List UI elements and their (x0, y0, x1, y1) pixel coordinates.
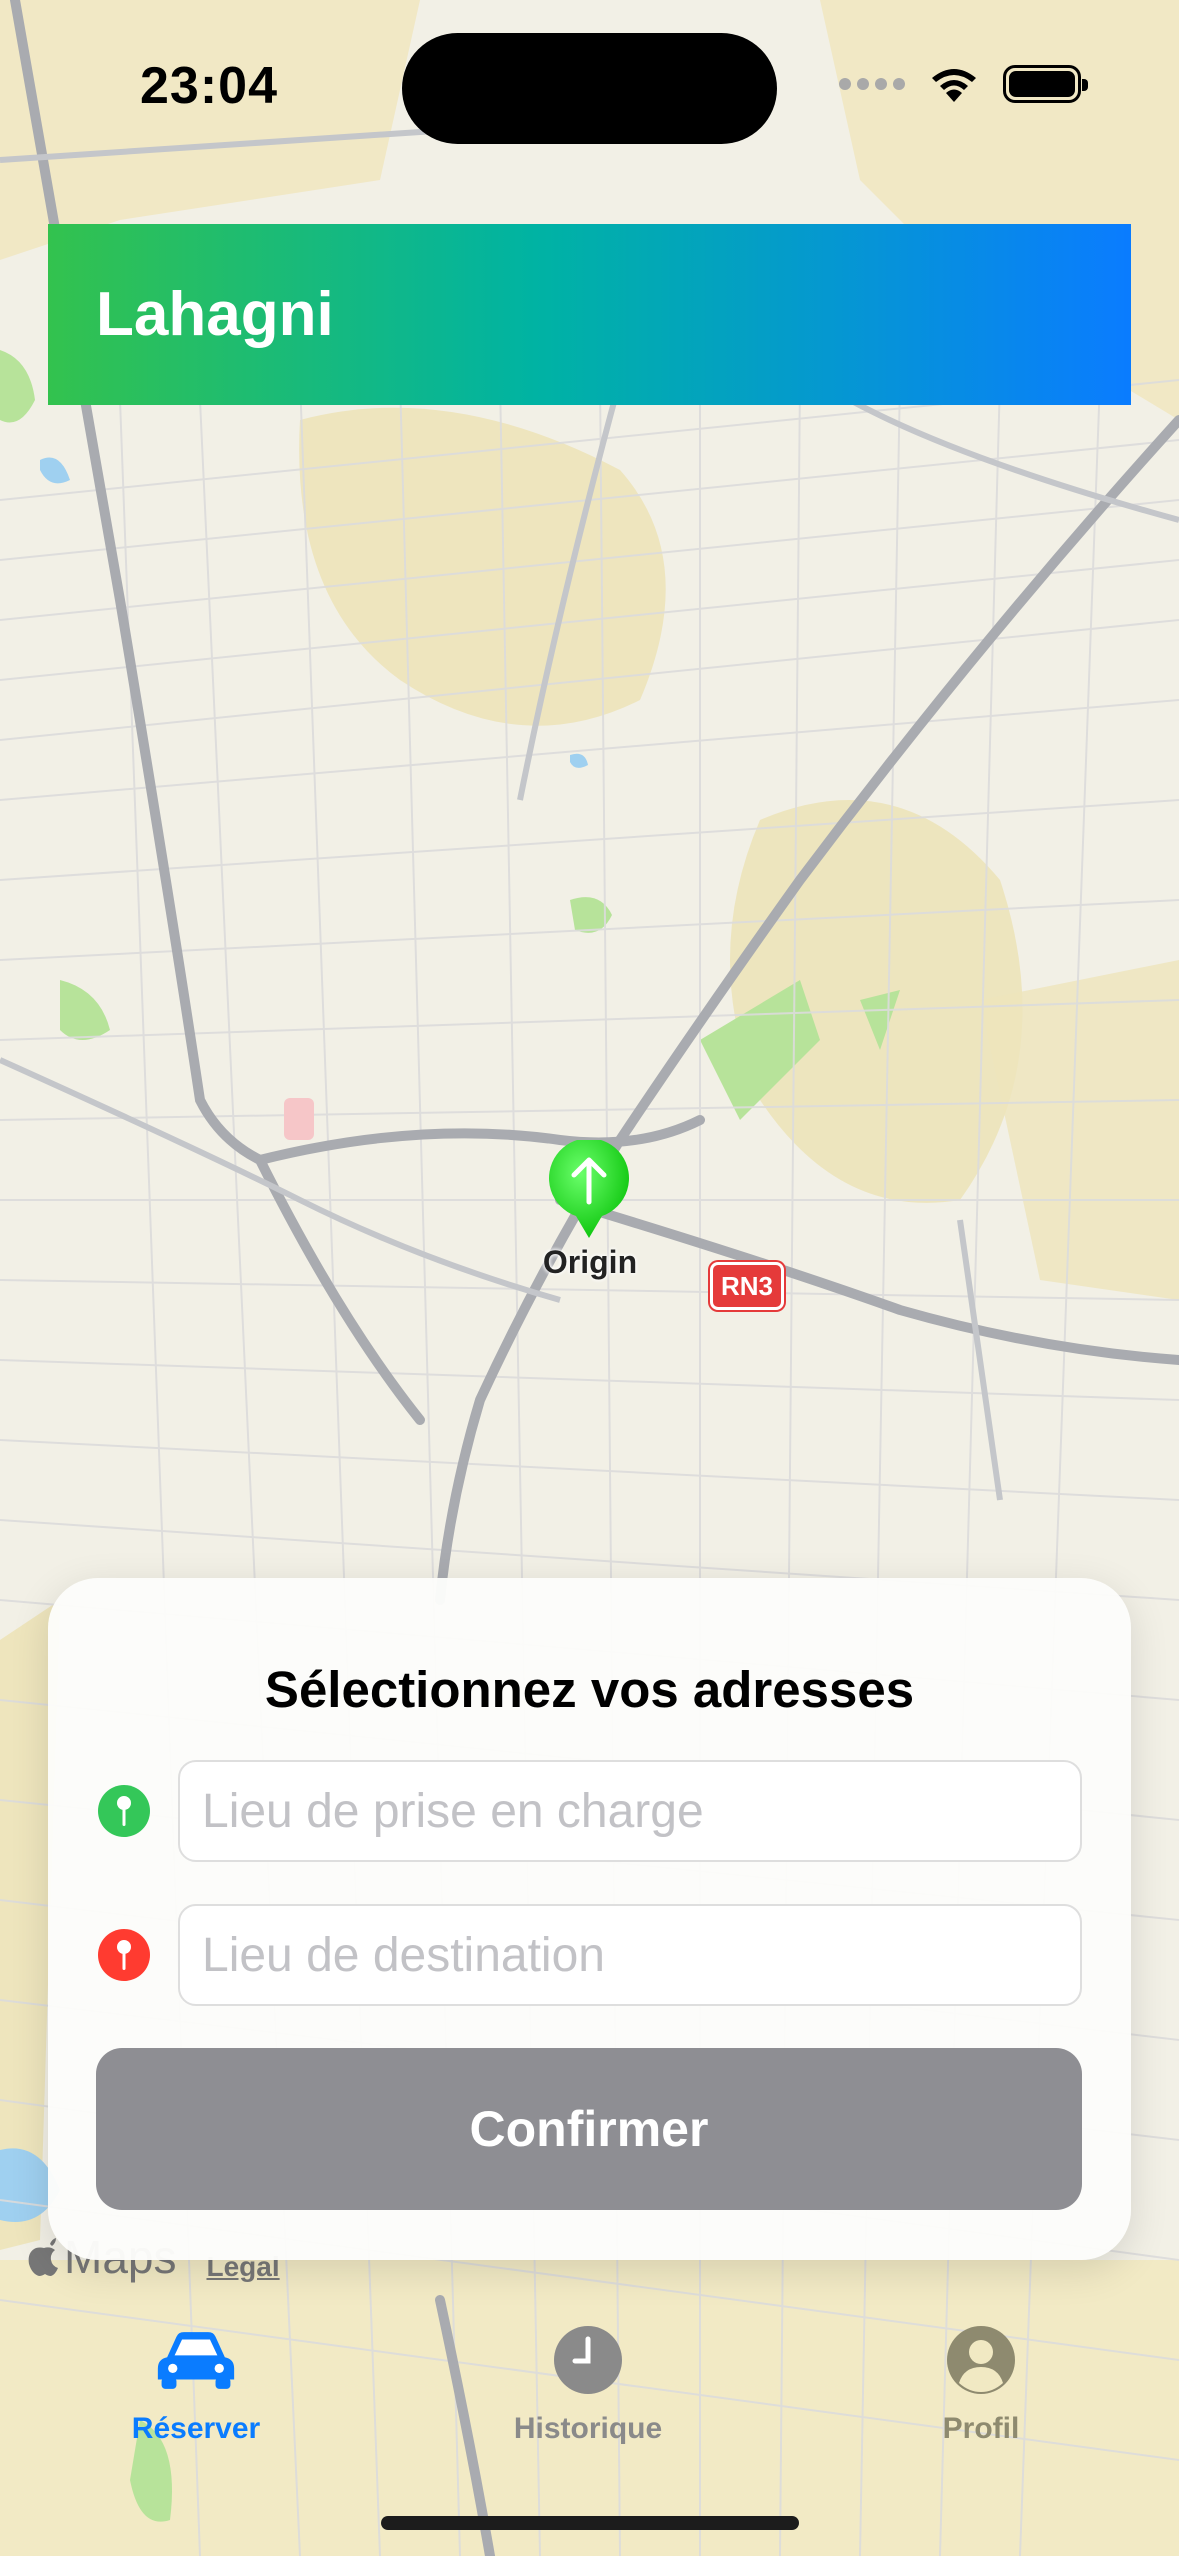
app-title: Lahagni (96, 280, 334, 349)
tab-profil-label: Profil (942, 2412, 1020, 2445)
dynamic-island (402, 33, 777, 144)
destination-input[interactable] (178, 1904, 1082, 2006)
status-icons (839, 64, 1088, 104)
tab-bar: Réserver Historique Profil (0, 2320, 1179, 2480)
confirm-button[interactable]: Confirmer (96, 2048, 1082, 2210)
pickup-pin-icon (98, 1785, 150, 1837)
apple-logo-icon (28, 2238, 58, 2276)
tab-historique[interactable]: Historique (468, 2320, 708, 2446)
tab-reserver-label: Réserver (131, 2412, 261, 2445)
person-icon (941, 2320, 1021, 2400)
app-header: Lahagni (48, 224, 1131, 405)
destination-row (98, 1904, 1082, 2006)
status-time: 23:04 (140, 57, 278, 115)
home-indicator[interactable] (381, 2516, 799, 2530)
road-shield: RN3 (710, 1262, 784, 1310)
origin-pin-icon[interactable] (546, 1140, 632, 1240)
clock-icon (548, 2320, 628, 2400)
pickup-row (98, 1760, 1082, 1862)
origin-label: Origin (542, 1244, 638, 1280)
card-title: Sélectionnez vos adresses (264, 1661, 915, 1718)
tab-historique-label: Historique (513, 2412, 663, 2445)
cellular-signal-icon (839, 78, 905, 90)
wifi-icon (932, 69, 976, 102)
tab-reserver[interactable]: Réserver (76, 2320, 316, 2446)
tab-profil[interactable]: Profil (861, 2320, 1101, 2446)
car-icon (156, 2320, 236, 2400)
address-card: Sélectionnez vos adresses Confirmer (48, 1578, 1131, 2260)
pickup-input[interactable] (178, 1760, 1082, 1862)
destination-pin-icon (98, 1929, 150, 1981)
battery-icon (1003, 65, 1088, 103)
